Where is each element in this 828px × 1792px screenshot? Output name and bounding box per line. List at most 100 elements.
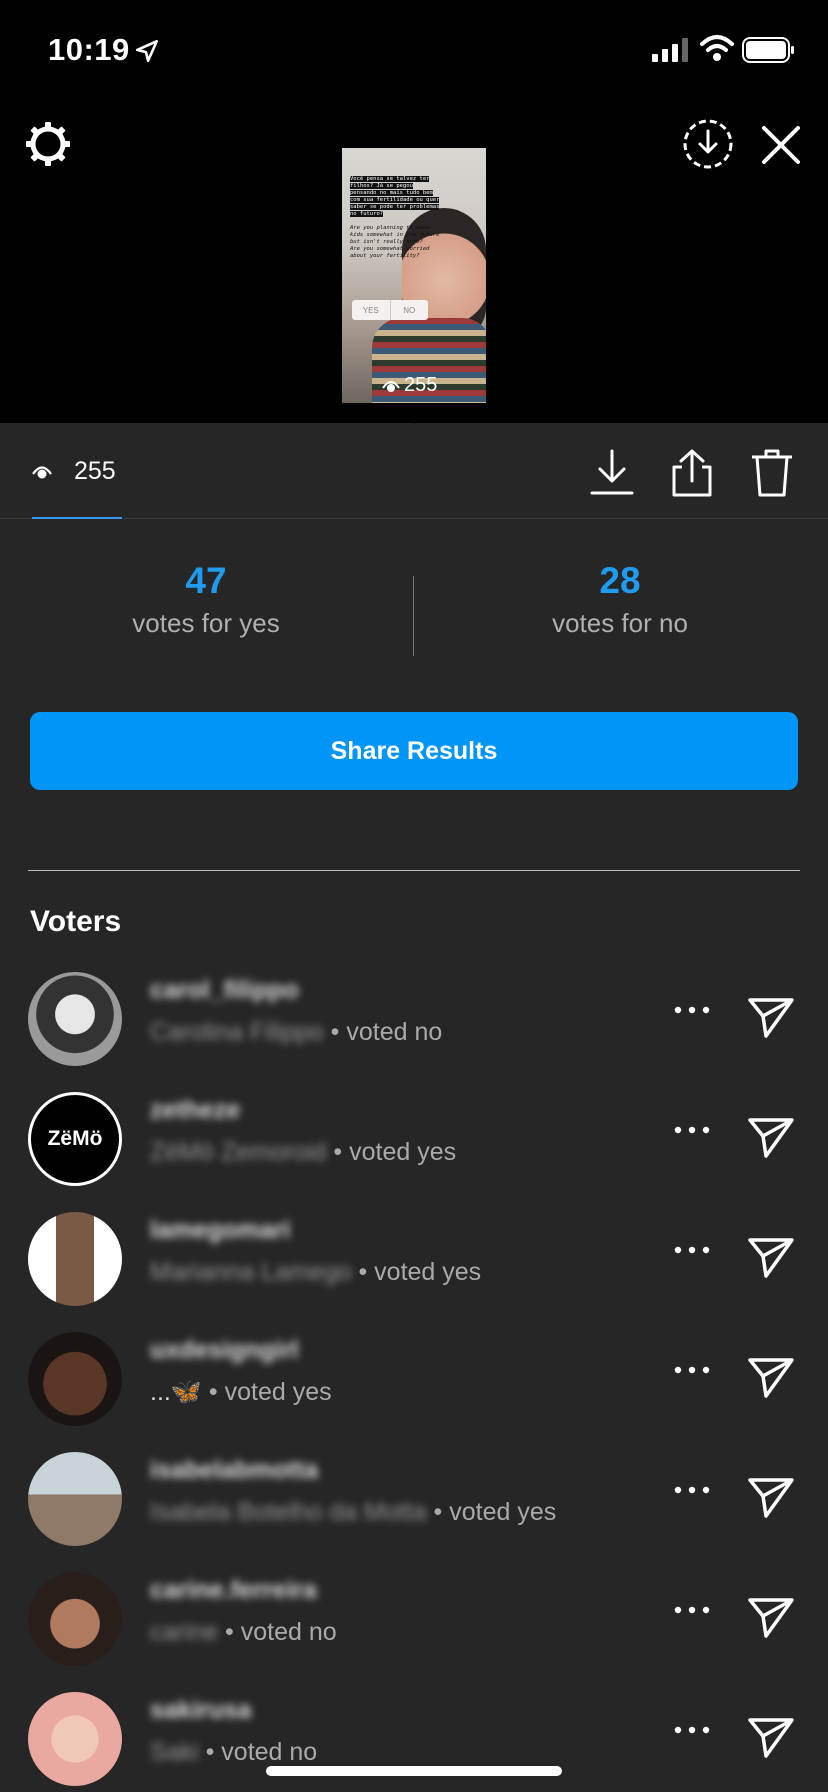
- avatar[interactable]: [28, 1212, 122, 1306]
- poll-no-option: NO: [403, 305, 416, 315]
- voter-vote: • voted no: [225, 1618, 337, 1646]
- story-text-line: Você pensa se talvez ter: [350, 176, 430, 182]
- poll-results: 47 votes for yes 28 votes for no: [0, 560, 828, 670]
- more-options-icon[interactable]: [672, 1240, 712, 1260]
- avatar[interactable]: [28, 1452, 122, 1546]
- story-header: 10:19 Você pensa se talvez ter filhos? J…: [0, 0, 828, 423]
- thumbnail-pointer: [394, 404, 434, 424]
- yes-result: 47 votes for yes: [56, 560, 356, 639]
- send-direct-icon[interactable]: [748, 1474, 794, 1520]
- story-views-count: 255: [404, 374, 438, 396]
- story-text-line: no futuro?: [350, 211, 384, 217]
- voter-vote: • voted yes: [208, 1378, 332, 1406]
- tab-viewers[interactable]: 255: [32, 457, 116, 486]
- voter-username[interactable]: uxdesigngirl: [150, 1336, 299, 1365]
- status-bar: 10:19: [0, 0, 828, 100]
- save-download-circle-icon[interactable]: [682, 118, 734, 170]
- more-options-icon[interactable]: [672, 1600, 712, 1620]
- send-direct-icon[interactable]: [748, 994, 794, 1040]
- voter-subtitle: ...🦋 • voted yes: [150, 1378, 332, 1407]
- avatar[interactable]: ZëMö: [28, 1092, 122, 1186]
- voter-vote: • voted yes: [358, 1258, 482, 1286]
- voter-username[interactable]: carine.ferreira: [150, 1576, 317, 1605]
- voter-row[interactable]: uxdesigngirl ...🦋 • voted yes: [0, 1320, 828, 1440]
- voters-heading: Voters: [30, 905, 122, 938]
- voter-subtitle: Isabela Botelho da Motta • voted yes: [150, 1498, 556, 1527]
- more-options-icon[interactable]: [672, 1120, 712, 1140]
- voter-subtitle: Carolina Filippo • voted no: [150, 1018, 442, 1047]
- story-text-line-en: Are you somewhat worried: [350, 246, 430, 252]
- share-upload-icon[interactable]: [668, 447, 716, 499]
- viewers-count: 255: [74, 457, 116, 485]
- no-result: 28 votes for no: [470, 560, 770, 639]
- close-icon[interactable]: [758, 122, 804, 168]
- poll-yes-option: YES: [352, 300, 391, 320]
- story-text-line: pensando no mais tudo bem: [350, 190, 433, 196]
- story-text-line-en: about your fertility?: [350, 253, 420, 259]
- voter-row[interactable]: carol_filippo Carolina Filippo • voted n…: [0, 960, 828, 1080]
- voter-subtitle: Marianna Lamego • voted yes: [150, 1258, 481, 1287]
- avatar[interactable]: [28, 1572, 122, 1666]
- eye-icon: [32, 465, 52, 478]
- more-options-icon[interactable]: [672, 1360, 712, 1380]
- settings-gear-icon[interactable]: [26, 122, 70, 166]
- send-direct-icon[interactable]: [748, 1594, 794, 1640]
- story-poll-sticker: YES NO: [352, 300, 428, 320]
- voter-vote: • voted yes: [333, 1138, 457, 1166]
- avatar-logo-text: ZëMö: [47, 1127, 103, 1150]
- avatar[interactable]: [28, 972, 122, 1066]
- results-divider: [413, 576, 414, 656]
- story-text-line-en: but isn't really sure?: [350, 239, 423, 245]
- voter-username[interactable]: isabelabmotta: [150, 1456, 318, 1485]
- story-text-line: com sua fertilidade ou quer: [350, 197, 440, 203]
- voter-row[interactable]: carine.ferreira carine • voted no: [0, 1560, 828, 1680]
- send-direct-icon[interactable]: [748, 1714, 794, 1760]
- voter-row[interactable]: lamegomari Marianna Lamego • voted yes: [0, 1200, 828, 1320]
- voter-subtitle: carine • voted no: [150, 1618, 337, 1647]
- voter-username[interactable]: sakirusa: [150, 1696, 251, 1725]
- story-actions-bar: 255: [0, 423, 828, 519]
- voter-full-name: Marianna Lamego: [150, 1258, 352, 1286]
- location-arrow-icon: [135, 39, 159, 63]
- voter-vote: • voted no: [205, 1738, 318, 1766]
- send-direct-icon[interactable]: [748, 1354, 794, 1400]
- voter-username[interactable]: carol_filippo: [150, 976, 299, 1005]
- trash-icon[interactable]: [748, 447, 796, 499]
- avatar[interactable]: [28, 1692, 122, 1786]
- battery-icon: [742, 37, 794, 63]
- voter-full-name: ...🦋: [150, 1378, 202, 1406]
- voter-subtitle: Saki • voted no: [150, 1738, 317, 1767]
- status-time: 10:19: [48, 32, 130, 67]
- voter-full-name: carine: [150, 1618, 219, 1646]
- voter-full-name: Carolina Filippo: [150, 1018, 324, 1046]
- voter-row[interactable]: ZëMö zetheze ZëMö Zemoroid • voted yes: [0, 1080, 828, 1200]
- send-direct-icon[interactable]: [748, 1234, 794, 1280]
- more-options-icon[interactable]: [672, 1000, 712, 1020]
- more-options-icon[interactable]: [672, 1720, 712, 1740]
- no-count: 28: [599, 560, 641, 601]
- story-text-line-en: kids somewhat in the future: [350, 232, 440, 238]
- story-thumbnail[interactable]: Você pensa se talvez ter filhos? Já se p…: [342, 148, 486, 403]
- download-icon[interactable]: [588, 447, 636, 499]
- cellular-signal-icon: [652, 38, 688, 62]
- share-results-button[interactable]: Share Results: [30, 712, 798, 790]
- voter-username[interactable]: lamegomari: [150, 1216, 290, 1245]
- eye-icon: [382, 380, 400, 392]
- yes-count: 47: [185, 560, 227, 601]
- story-views: 255: [382, 374, 437, 397]
- story-text-line: filhos? Já se pegou: [350, 183, 413, 189]
- story-text-line: saber se pode ter problemas: [350, 204, 440, 210]
- more-options-icon[interactable]: [672, 1480, 712, 1500]
- no-label: votes for no: [552, 608, 688, 638]
- yes-label: votes for yes: [132, 608, 280, 638]
- section-divider: [28, 870, 800, 871]
- wifi-icon: [700, 35, 734, 61]
- voter-username[interactable]: zetheze: [150, 1096, 240, 1125]
- tab-active-indicator: [32, 517, 122, 519]
- voter-full-name: ZëMö Zemoroid: [150, 1138, 327, 1166]
- home-indicator[interactable]: [266, 1766, 562, 1776]
- send-direct-icon[interactable]: [748, 1114, 794, 1160]
- voter-row[interactable]: isabelabmotta Isabela Botelho da Motta •…: [0, 1440, 828, 1560]
- avatar[interactable]: [28, 1332, 122, 1426]
- voter-vote: • voted yes: [433, 1498, 557, 1526]
